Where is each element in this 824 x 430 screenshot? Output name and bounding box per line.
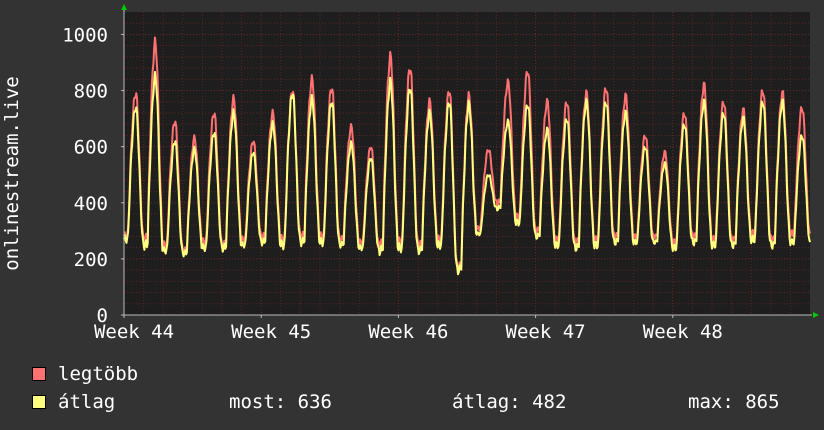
y-tick-label: 400	[74, 193, 108, 215]
y-tick-label: 1000	[62, 24, 108, 46]
x-tick-label: Week 48	[643, 321, 723, 343]
legend-label-avg: átlag	[58, 391, 116, 413]
y-axis-label: onlinestream.live	[1, 76, 23, 270]
stat-avg: átlag: 482	[452, 391, 567, 413]
chart-root: 0 200 400 600 800 1000 Week 44 Week 45 Week 46 We…	[0, 0, 824, 430]
legend-swatch-max	[32, 367, 46, 381]
legend-item-max: legtöbb	[32, 363, 138, 385]
x-axis-arrow	[813, 312, 819, 318]
stat-max: max: 865	[688, 391, 780, 413]
legend-label-max: legtöbb	[58, 363, 139, 385]
x-tick-label: Week 44	[94, 321, 174, 343]
y-tick-label: 800	[74, 81, 108, 103]
x-tick-label: Week 47	[506, 321, 586, 343]
legend-item-avg: átlag	[32, 391, 115, 413]
y-axis-arrow	[121, 4, 127, 10]
legend-swatch-avg	[32, 395, 46, 409]
stat-now: most: 636	[229, 391, 332, 413]
x-tick-label: Week 46	[368, 321, 448, 343]
y-tick-label: 600	[74, 137, 108, 159]
y-tick-label: 200	[74, 249, 108, 271]
x-tick-label: Week 45	[231, 321, 311, 343]
